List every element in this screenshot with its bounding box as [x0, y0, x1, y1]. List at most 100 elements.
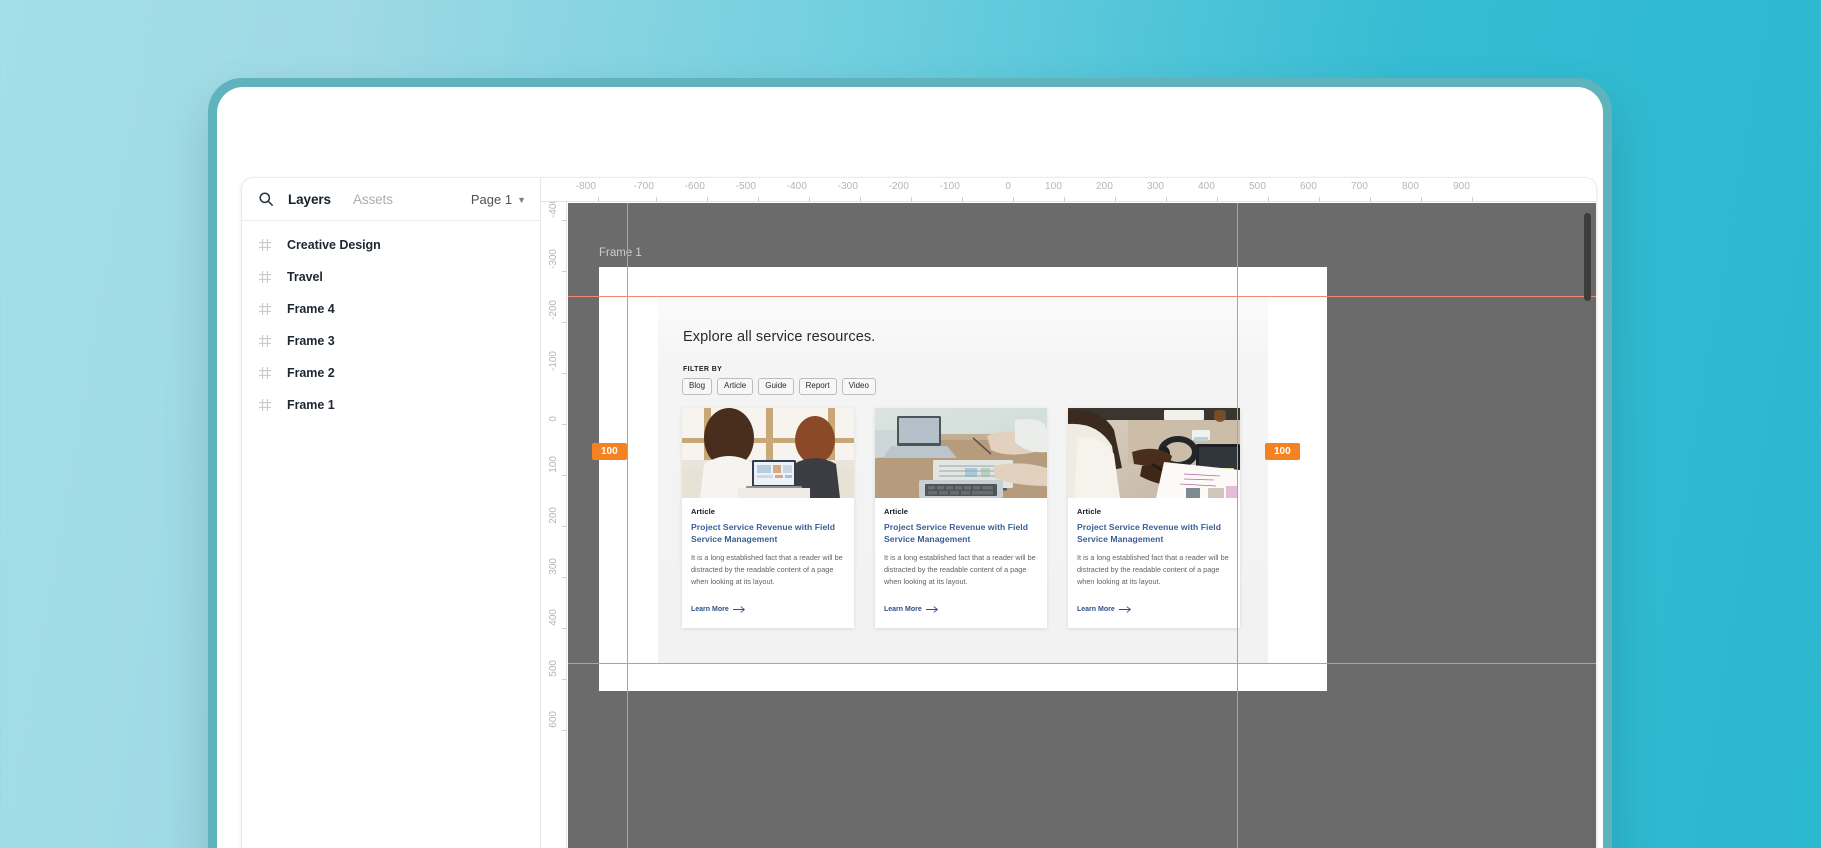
- ruler-tick-label: 700: [1351, 181, 1368, 192]
- card-body: Article Project Service Revenue with Fie…: [875, 498, 1047, 628]
- ruler-tick: -500: [708, 178, 759, 202]
- ruler-tick-label: 500: [548, 660, 559, 677]
- filter-by-label: FILTER BY: [683, 366, 722, 373]
- canvas-vertical-scrollbar[interactable]: [1584, 213, 1591, 301]
- filter-chip-blog[interactable]: Blog: [682, 378, 712, 395]
- ruler-tick-label: -600: [685, 181, 705, 192]
- ruler-tick: 500: [541, 679, 567, 680]
- design-app-window: Layers Assets Page 1 ▼: [241, 177, 1597, 848]
- ruler-tick: 700: [1320, 178, 1371, 202]
- ruler-tick: -100: [912, 178, 963, 202]
- card-title[interactable]: Project Service Revenue with Field Servi…: [691, 521, 845, 545]
- learn-more-link[interactable]: Learn More: [1077, 606, 1132, 613]
- arrow-right-icon: [1119, 606, 1132, 613]
- canvas-region[interactable]: -800 -700 -600 -500 -400 -300 -200 -100 …: [541, 177, 1597, 848]
- layer-row[interactable]: Creative Design: [242, 229, 540, 261]
- resource-card[interactable]: Article Project Service Revenue with Fie…: [875, 408, 1047, 628]
- layer-name: Frame 1: [287, 398, 335, 412]
- ruler-tick-label: 300: [1147, 181, 1164, 192]
- device-screen: Layers Assets Page 1 ▼: [217, 87, 1603, 848]
- card-tag: Article: [691, 507, 845, 516]
- card-description: It is a long established fact that a rea…: [884, 552, 1038, 587]
- card-title[interactable]: Project Service Revenue with Field Servi…: [884, 521, 1038, 545]
- ruler-tick: 300: [541, 577, 567, 578]
- card-description: It is a long established fact that a rea…: [1077, 552, 1231, 587]
- ruler-tick-label: 400: [1198, 181, 1215, 192]
- ruler-tick: -200: [861, 178, 912, 202]
- frame-icon: [258, 270, 272, 284]
- page-selector[interactable]: Page 1 ▼: [471, 192, 526, 207]
- layer-row[interactable]: Frame 2: [242, 357, 540, 389]
- resource-card[interactable]: Article Project Service Revenue with Fie…: [1068, 408, 1240, 628]
- photo-person-writing-notes-image: [1068, 408, 1240, 498]
- layer-list: Creative Design Travel: [242, 221, 540, 421]
- card-title[interactable]: Project Service Revenue with Field Servi…: [1077, 521, 1231, 545]
- frame-icon: [258, 334, 272, 348]
- web-page-mock: Explore all service resources. FILTER BY…: [658, 296, 1268, 663]
- ruler-tick: -700: [599, 178, 657, 202]
- ruler-tick: -100: [541, 373, 567, 374]
- ruler-tick: 800: [1371, 178, 1422, 202]
- ruler-tick: 400: [1167, 178, 1218, 202]
- resource-card-list: Article Project Service Revenue with Fie…: [682, 408, 1240, 628]
- ruler-tick-label: -800: [576, 181, 596, 192]
- layer-name: Frame 3: [287, 334, 335, 348]
- ruler-tick: 200: [541, 526, 567, 527]
- filter-chip-video[interactable]: Video: [842, 378, 876, 395]
- ruler-tick: 200: [1065, 178, 1116, 202]
- layer-name: Frame 4: [287, 302, 335, 316]
- search-icon[interactable]: [258, 191, 274, 207]
- measurement-badge: 100: [592, 443, 627, 460]
- ruler-tick: 100: [1014, 178, 1065, 202]
- chevron-down-icon: ▼: [517, 196, 526, 205]
- tab-assets[interactable]: Assets: [353, 192, 393, 207]
- tab-layers[interactable]: Layers: [288, 192, 331, 207]
- resource-card[interactable]: Article Project Service Revenue with Fie…: [682, 408, 854, 628]
- ruler-tick: 500: [1218, 178, 1269, 202]
- card-body: Article Project Service Revenue with Fie…: [682, 498, 854, 628]
- card-tag: Article: [884, 507, 1038, 516]
- card-tag: Article: [1077, 507, 1231, 516]
- ruler-tick-label: 0: [1005, 181, 1011, 192]
- card-description: It is a long established fact that a rea…: [691, 552, 845, 587]
- learn-more-label: Learn More: [884, 606, 922, 613]
- artboard-frame-1[interactable]: Explore all service resources. FILTER BY…: [599, 267, 1327, 691]
- horizontal-ruler[interactable]: -800 -700 -600 -500 -400 -300 -200 -100 …: [541, 178, 1596, 202]
- ruler-tick-label: -200: [889, 181, 909, 192]
- ruler-tick: -400: [541, 220, 567, 221]
- learn-more-link[interactable]: Learn More: [691, 606, 746, 613]
- ruler-tick: -600: [657, 178, 708, 202]
- ruler-tick-label: 600: [1300, 181, 1317, 192]
- layer-row[interactable]: Frame 3: [242, 325, 540, 357]
- ruler-tick-label: -300: [548, 249, 559, 269]
- arrow-right-icon: [733, 606, 746, 613]
- vertical-ruler[interactable]: -400 -300 -200 -100 0 100 200 300 400 50…: [541, 202, 567, 848]
- photo-laptops-documents-desk-image: [875, 408, 1047, 498]
- ruler-tick-label: -300: [838, 181, 858, 192]
- filter-chip-article[interactable]: Article: [717, 378, 753, 395]
- layer-name: Travel: [287, 270, 323, 284]
- ruler-tick-label: 200: [548, 507, 559, 524]
- ruler-tick-label: 300: [548, 558, 559, 575]
- ruler-tick-label: -100: [940, 181, 960, 192]
- layers-panel: Layers Assets Page 1 ▼: [241, 177, 541, 848]
- ruler-tick: 600: [1269, 178, 1320, 202]
- canvas-viewport[interactable]: Frame 1 Explore all service resources. F…: [568, 203, 1596, 848]
- layer-row[interactable]: Frame 4: [242, 293, 540, 325]
- frame-label[interactable]: Frame 1: [599, 247, 642, 259]
- ruler-tick: 0: [541, 424, 567, 425]
- layer-row[interactable]: Travel: [242, 261, 540, 293]
- learn-more-link[interactable]: Learn More: [884, 606, 939, 613]
- filter-chip-guide[interactable]: Guide: [758, 378, 793, 395]
- filter-chip-report[interactable]: Report: [799, 378, 837, 395]
- frame-icon: [258, 366, 272, 380]
- ruler-tick-label: 200: [1096, 181, 1113, 192]
- layer-row[interactable]: Frame 1: [242, 389, 540, 421]
- filter-chip-group: Blog Article Guide Report Video: [682, 378, 876, 395]
- ruler-tick-label: -500: [736, 181, 756, 192]
- frame-icon: [258, 238, 272, 252]
- learn-more-label: Learn More: [1077, 606, 1115, 613]
- photo-two-women-laptop-image: [682, 408, 854, 498]
- ruler-tick-label: 600: [548, 711, 559, 728]
- ruler-tick: 600: [541, 730, 567, 731]
